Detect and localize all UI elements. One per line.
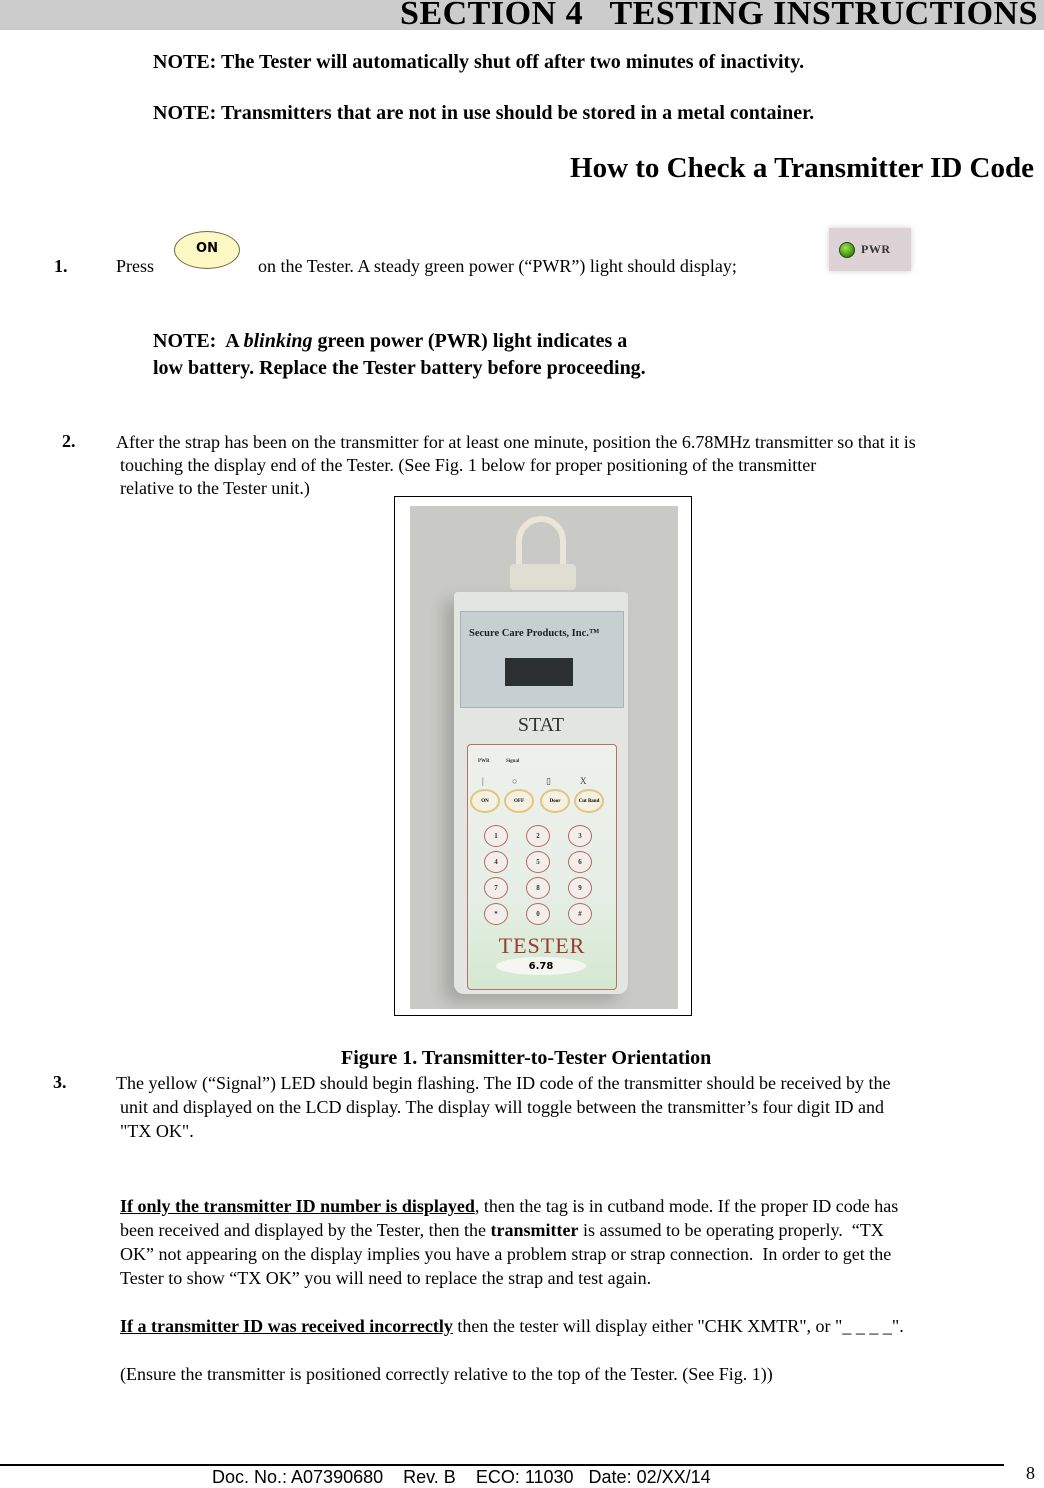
- tester-keypad-key: 2: [526, 825, 550, 847]
- transmitter-body: [510, 564, 576, 590]
- signal-led-label: Signal: [506, 759, 520, 764]
- tester-keypad-key: 7: [484, 877, 508, 899]
- footer-divider: [0, 1464, 1004, 1466]
- company-logo: Secure Care Products, Inc.™: [469, 628, 600, 639]
- incorrect-id-heading: If a transmitter ID was received incorre…: [120, 1316, 453, 1336]
- step-1-number: 1.: [54, 256, 68, 276]
- cutband-text-a: , then the tag is in cutband mode. If th…: [474, 1196, 899, 1216]
- frequency-label: 6.78: [496, 957, 586, 975]
- cutband-paragraph-line-2: been received and displayed by the Teste…: [120, 1219, 884, 1242]
- tester-photo: Secure Care Products, Inc.™ STAT PWR Sig…: [410, 506, 678, 1009]
- tester-keypad-key: 3: [568, 825, 592, 847]
- keypad-panel: PWR Signal | ○ ▯ X ON OFF Door Cut Band …: [467, 744, 617, 990]
- cutband-paragraph-line-3: OK” not appearing on the display implies…: [120, 1244, 892, 1264]
- battery-note-line-1: NOTE: A blinking green power (PWR) light…: [153, 330, 627, 353]
- step-3-line-3: "TX OK".: [120, 1121, 194, 1141]
- battery-note-emphasis: blinking: [243, 330, 313, 352]
- power-off-symbol-icon: ○: [512, 776, 518, 786]
- tester-keypad-key: 4: [484, 851, 508, 873]
- step-3-line-1: The yellow (“Signal”) LED should begin f…: [116, 1073, 891, 1093]
- tester-keypad-key: 5: [526, 851, 550, 873]
- battery-note-line-1-rest: green power (PWR) light indicates a: [312, 330, 628, 352]
- figure-caption: Figure 1. Transmitter-to-Tester Orientat…: [341, 1047, 712, 1069]
- cutband-paragraph-line-1: If only the transmitter ID number is dis…: [120, 1195, 898, 1218]
- tester-brand: TESTER: [498, 933, 586, 958]
- step-3-number: 3.: [53, 1072, 67, 1092]
- green-led-icon: [839, 241, 855, 258]
- battery-note-prefix: NOTE: A: [153, 330, 244, 352]
- tester-keypad-key: *: [484, 903, 508, 925]
- figure-1-frame: Secure Care Products, Inc.™ STAT PWR Sig…: [394, 496, 692, 1016]
- on-button-icon: ON: [174, 231, 240, 269]
- step-2-line-3: relative to the Tester unit.): [120, 478, 310, 498]
- tester-device: Secure Care Products, Inc.™ STAT PWR Sig…: [454, 592, 628, 994]
- incorrect-id-paragraph: If a transmitter ID was received incorre…: [120, 1315, 904, 1338]
- battery-note-line-2: low battery. Replace the Tester battery …: [153, 357, 646, 379]
- cutband-paragraph-line-4: Tester to show “TX OK” you will need to …: [120, 1268, 652, 1288]
- cutband-text-b-post: is assumed to be operating properly. “TX: [578, 1220, 884, 1240]
- incorrect-id-text: then the tester will display either "CHK…: [452, 1316, 904, 1336]
- tester-keypad-key: 0: [526, 903, 550, 925]
- pwr-indicator-icon: PWR: [829, 228, 911, 271]
- tester-keypad-key: 1: [484, 825, 508, 847]
- step-2-line-1: After the strap has been on the transmit…: [116, 432, 916, 452]
- tester-keypad-key: #: [568, 903, 592, 925]
- tester-keypad-key: 9: [568, 877, 592, 899]
- tester-key-cut-band: Cut Band: [574, 789, 604, 813]
- model-label: STAT: [517, 714, 565, 736]
- lcd-screen: [505, 658, 573, 686]
- section-title: SECTION 4 TESTING INSTRUCTIONS: [400, 0, 1038, 32]
- pwr-led-label: PWR: [478, 759, 490, 764]
- cutband-text-b-pre: been received and displayed by the Teste…: [120, 1220, 491, 1240]
- step-1-text: on the Tester. A steady green power (“PW…: [258, 256, 737, 276]
- power-on-symbol-icon: |: [482, 776, 484, 786]
- tester-display-panel: Secure Care Products, Inc.™: [460, 611, 624, 708]
- step-3-line-2: unit and displayed on the LCD display. T…: [120, 1097, 885, 1117]
- ensure-position-paragraph: (Ensure the transmitter is positioned co…: [120, 1364, 773, 1384]
- transmitter-bold: transmitter: [490, 1220, 579, 1240]
- cutband-heading: If only the transmitter ID number is dis…: [120, 1196, 475, 1216]
- tester-keypad-key: 8: [526, 877, 550, 899]
- step-2-number: 2.: [62, 431, 76, 451]
- subheading: How to Check a Transmitter ID Code: [570, 152, 1034, 184]
- step-2-line-2: touching the display end of the Tester. …: [120, 455, 817, 475]
- door-symbol-icon: ▯: [546, 776, 551, 786]
- pwr-label: PWR: [861, 242, 891, 256]
- tester-key-on: ON: [470, 789, 500, 813]
- tester-keypad-key: 6: [568, 851, 592, 873]
- page-number: 8: [1026, 1463, 1035, 1483]
- note-auto-shutoff: NOTE: The Tester will automatically shut…: [153, 51, 805, 73]
- cut-band-symbol-icon: X: [580, 776, 587, 786]
- step-1-press-text: Press: [116, 256, 155, 276]
- tester-key-door: Door: [540, 789, 570, 813]
- tester-key-off: OFF: [504, 789, 534, 813]
- note-metal-container: NOTE: Transmitters that are not in use s…: [153, 102, 815, 124]
